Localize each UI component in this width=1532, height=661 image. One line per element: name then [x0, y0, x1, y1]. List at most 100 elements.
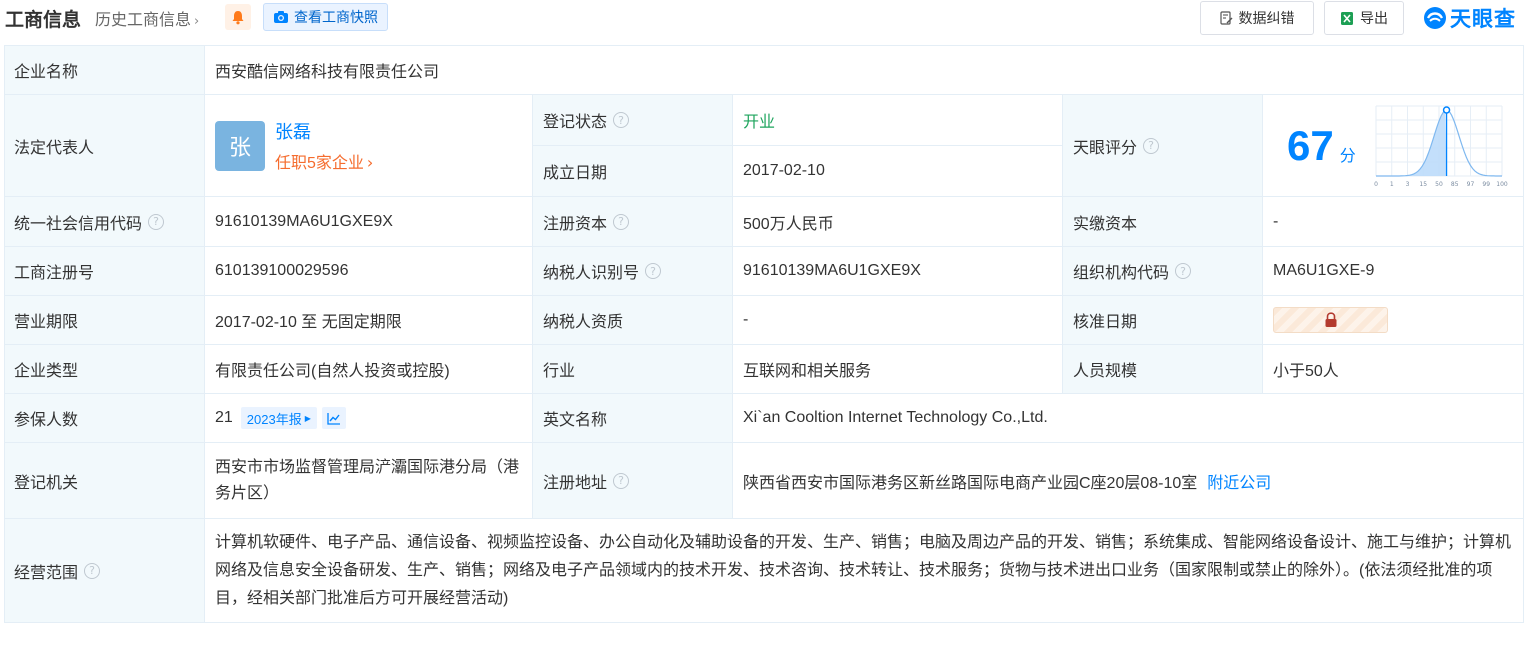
value-legal-rep: 张 张磊 任职5家企业 ›: [205, 95, 533, 197]
staff-size-text: 小于50人: [1273, 363, 1339, 380]
value-staff-size: 小于50人: [1263, 345, 1524, 394]
label-text: 法定代表人: [14, 139, 95, 157]
label-tianyan-score: 天眼评分?: [1063, 95, 1263, 197]
legal-rep-avatar[interactable]: 张: [215, 120, 265, 171]
value-business-scope: 计算机软硬件、电子产品、通信设备、视频监控设备、办公自动化及辅助设备的开发、生产…: [205, 519, 1524, 623]
legal-rep-jobs-text: 任职5家企业: [275, 155, 364, 172]
section-header: 工商信息 历史工商信息 › 查看工商快照 数据纠错 导出 天眼查: [0, 0, 1532, 36]
label-text: 英文名称: [543, 412, 608, 429]
bell-icon: [232, 10, 244, 24]
help-icon[interactable]: ?: [148, 213, 165, 230]
line-chart-icon: [327, 412, 340, 425]
value-reg-capital: 500万人民币: [733, 197, 1063, 247]
help-icon[interactable]: ?: [84, 562, 101, 579]
chart-tick-label: 3: [1405, 181, 1409, 188]
score-unit: 分: [1339, 147, 1356, 165]
chart-tick-label: 99: [1482, 181, 1490, 188]
history-link-label: 历史工商信息: [95, 12, 192, 29]
monitor-bell-button[interactable]: [225, 4, 251, 30]
label-text: 参保人数: [14, 412, 79, 429]
label-insured-count: 参保人数: [4, 394, 205, 443]
value-company-name: 西安酷信网络科技有限责任公司: [205, 45, 1524, 95]
chart-marker-point: [1442, 105, 1451, 114]
company-name-text: 西安酷信网络科技有限责任公司: [215, 63, 440, 81]
label-text: 核准日期: [1073, 314, 1138, 331]
help-icon[interactable]: ?: [1175, 263, 1192, 279]
value-found-date: 2017-02-10: [733, 146, 1063, 197]
vip-locked-value[interactable]: [1273, 307, 1388, 333]
data-correction-button[interactable]: 数据纠错: [1200, 1, 1314, 35]
reg-status-text: 开业: [743, 114, 776, 131]
label-text: 实缴资本: [1073, 215, 1138, 233]
label-taxpayer-id: 纳税人识别号?: [533, 247, 733, 296]
score-distribution-chart: 0 1 3 15 50 85 97 99 100: [1374, 105, 1508, 188]
chart-tick-label: 85: [1451, 181, 1459, 188]
nearby-companies-link[interactable]: 附近公司: [1207, 469, 1271, 493]
label-reg-status: 登记状态?: [533, 95, 733, 146]
snapshot-button-label: 查看工商快照: [294, 9, 378, 25]
label-reg-address: 注册地址?: [533, 443, 733, 519]
help-icon[interactable]: ?: [613, 213, 630, 230]
reg-number-text: 610139100029596: [215, 262, 349, 279]
label-text: 纳税人识别号: [543, 265, 640, 282]
trend-chart-button[interactable]: [321, 407, 346, 429]
chevron-right-icon: ›: [194, 14, 200, 29]
legal-rep-name-link[interactable]: 张磊: [275, 118, 373, 144]
label-text: 天眼评分: [1073, 139, 1138, 157]
value-org-code: MA6U1GXE-9: [1263, 247, 1524, 296]
chart-tick-label: 15: [1419, 181, 1427, 188]
label-text: 企业名称: [14, 63, 79, 81]
annual-report-tag[interactable]: 2023年报 ▶: [240, 407, 317, 429]
label-text: 注册地址: [543, 474, 608, 492]
paid-capital-text: -: [1273, 212, 1279, 230]
chart-tick-label: 100: [1496, 181, 1508, 188]
label-legal-rep: 法定代表人: [4, 95, 205, 197]
value-paid-capital: -: [1263, 197, 1524, 247]
value-credit-code: 91610139MA6U1GXE9X: [205, 197, 533, 247]
label-text: 工商注册号: [14, 265, 95, 282]
label-text: 注册资本: [543, 215, 608, 233]
reg-address-text: 陕西省西安市国际港务区新丝路国际电商产业园C座20层08-10室: [743, 474, 1198, 492]
insured-count-text: 21: [215, 409, 233, 426]
help-icon[interactable]: ?: [645, 263, 662, 279]
label-paid-capital: 实缴资本: [1063, 197, 1263, 247]
credit-code-text: 91610139MA6U1GXE9X: [215, 212, 393, 230]
value-insured-count: 21 2023年报 ▶: [205, 394, 533, 443]
label-text: 登记状态: [543, 114, 608, 131]
snapshot-button[interactable]: 查看工商快照: [263, 3, 388, 31]
business-term-text: 2017-02-10 至 无固定期限: [215, 314, 402, 331]
taxpayer-qual-text: -: [743, 311, 749, 328]
label-industry: 行业: [533, 345, 733, 394]
legal-rep-jobs-link[interactable]: 任职5家企业 ›: [275, 149, 373, 173]
label-text: 企业类型: [14, 363, 79, 380]
reg-authority-text: 西安市市场监督管理局浐灞国际港分局（港务片区）: [215, 458, 520, 502]
value-tianyan-score[interactable]: 67 分 0 1 3 15 50 85 97 99 100: [1263, 95, 1524, 197]
history-link[interactable]: 历史工商信息 ›: [95, 6, 199, 30]
label-approval-date: 核准日期: [1063, 296, 1263, 345]
help-icon[interactable]: ?: [1143, 137, 1160, 154]
value-approval-date: [1263, 296, 1524, 345]
label-reg-number: 工商注册号: [4, 247, 205, 296]
label-text: 成立日期: [543, 165, 608, 182]
label-reg-authority: 登记机关: [4, 443, 205, 519]
label-text: 经营范围: [14, 564, 79, 582]
label-credit-code: 统一社会信用代码?: [4, 197, 205, 247]
chart-tick-label: 0: [1374, 181, 1378, 188]
label-staff-size: 人员规模: [1063, 345, 1263, 394]
label-reg-capital: 注册资本?: [533, 197, 733, 247]
label-found-date: 成立日期: [533, 146, 733, 197]
camera-icon: [274, 11, 288, 23]
found-date-text: 2017-02-10: [743, 162, 825, 179]
value-industry: 互联网和相关服务: [733, 345, 1063, 394]
label-text: 行业: [543, 363, 576, 380]
business-scope-text: 计算机软硬件、电子产品、通信设备、视频监控设备、办公自动化及辅助设备的开发、生产…: [215, 533, 1512, 607]
help-icon[interactable]: ?: [613, 112, 630, 128]
label-taxpayer-qual: 纳税人资质: [533, 296, 733, 345]
help-icon[interactable]: ?: [613, 472, 630, 489]
edit-doc-icon: [1219, 11, 1232, 25]
label-company-type: 企业类型: [4, 345, 205, 394]
export-label: 导出: [1360, 10, 1388, 26]
value-taxpayer-qual: -: [733, 296, 1063, 345]
export-button[interactable]: 导出: [1324, 1, 1404, 35]
data-correction-label: 数据纠错: [1238, 10, 1295, 26]
